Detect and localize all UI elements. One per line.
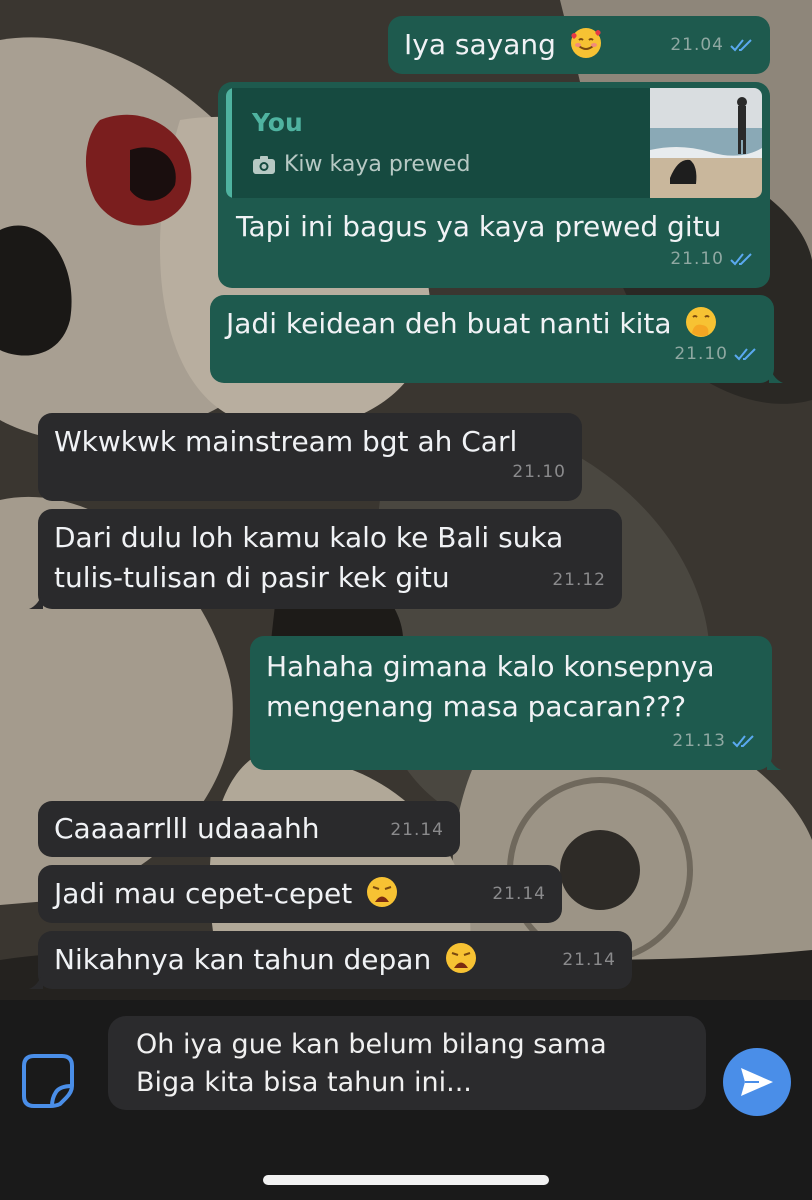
face-with-hand-over-mouth-icon <box>686 307 717 337</box>
camera-icon <box>253 156 275 174</box>
message-text: Wkwkwk mainstream bgt ah Carl <box>54 425 518 458</box>
message-time: 21.10 <box>512 462 566 482</box>
message-time: 21.14 <box>562 950 616 970</box>
message-time: 21.13 <box>672 731 726 751</box>
weary-face-icon <box>446 943 477 973</box>
message-time: 21.04 <box>670 35 724 55</box>
double-check-icon <box>730 39 752 52</box>
message-time: 21.10 <box>670 249 724 269</box>
message-line: tulis-tulisan di pasir kek gitu <box>54 561 450 594</box>
quote-media-label: Kiw kaya prewed <box>284 152 471 177</box>
message-line: Dari dulu loh kamu kalo ke Bali suka <box>54 521 564 554</box>
bubble-tail <box>29 591 43 609</box>
quote-accent-bar <box>226 88 232 198</box>
quote-author: You <box>252 108 303 137</box>
send-icon <box>741 1068 773 1096</box>
message-bubble[interactable]: Hahaha gimana kalo konsepnya mengenang m… <box>250 636 781 770</box>
bubble-tail <box>29 971 43 989</box>
quoted-photo-thumbnail <box>650 88 762 198</box>
message-text: Jadi keidean deh buat nanti kita <box>226 307 672 340</box>
message-bubble[interactable]: Nikahnya kan tahun depan 21.14 <box>29 931 632 989</box>
message-bubble[interactable]: Iya sayang 21.04 <box>388 16 770 74</box>
weary-face-icon <box>367 877 398 907</box>
double-check-icon <box>730 253 752 266</box>
message-time: 21.14 <box>390 820 444 840</box>
message-bubble[interactable]: Caaaarrlll udaaahh 21.14 <box>38 801 460 857</box>
message-time: 21.12 <box>552 570 606 590</box>
bubble-tail <box>767 752 781 770</box>
message-line: Hahaha gimana kalo konsepnya <box>266 650 715 683</box>
message-list[interactable]: Iya sayang 21.04 You Kiw kaya prewed Tap… <box>0 0 812 1000</box>
message-text: Nikahnya kan tahun depan <box>54 943 432 976</box>
message-text: Iya sayang <box>404 28 556 61</box>
message-bubble[interactable]: Jadi keidean deh buat nanti kita 21.10 <box>210 295 783 383</box>
message-text: Tapi ini bagus ya kaya prewed gitu <box>236 210 722 243</box>
message-text: Caaaarrlll udaaahh <box>54 812 320 845</box>
message-text: Jadi mau cepet-cepet <box>54 877 353 910</box>
message-bubble-with-reply[interactable]: You Kiw kaya prewed Tapi ini bagus ya ka… <box>218 82 770 288</box>
message-bubble[interactable]: Wkwkwk mainstream bgt ah Carl 21.10 <box>38 413 582 501</box>
message-input[interactable]: Oh iya gue kan belum bilang sama Biga ki… <box>108 1016 706 1110</box>
double-check-icon <box>734 348 756 361</box>
send-button[interactable] <box>723 1048 791 1116</box>
quoted-reply[interactable]: You Kiw kaya prewed <box>226 88 762 198</box>
home-indicator[interactable] <box>263 1175 549 1185</box>
bubble-tail <box>769 365 783 383</box>
sticker-icon[interactable] <box>20 1052 76 1108</box>
message-bubble[interactable]: Jadi mau cepet-cepet 21.14 <box>38 865 562 923</box>
smiling-face-with-hearts-icon <box>570 28 601 58</box>
message-time: 21.14 <box>492 884 546 904</box>
message-line: mengenang masa pacaran??? <box>266 690 687 723</box>
message-bubble[interactable]: Dari dulu loh kamu kalo ke Bali suka tul… <box>29 509 622 609</box>
message-time: 21.10 <box>674 344 728 364</box>
double-check-icon <box>732 735 754 748</box>
